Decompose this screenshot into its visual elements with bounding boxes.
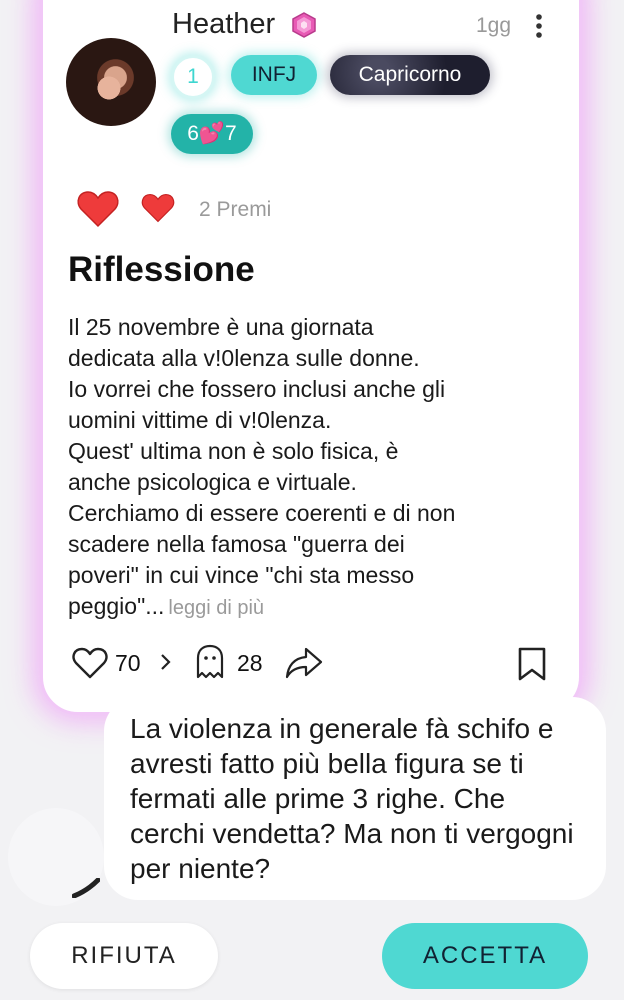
comment-bubble: La violenza in generale fà schifo e avre… [104,697,606,900]
award-heart-icon [77,191,119,228]
comment-count: 28 [237,650,263,676]
chevron-right-icon[interactable] [159,653,171,671]
body-line: poveri" in cui vince "chi sta messo [68,562,415,588]
mbti-badge: INFJ [231,55,317,95]
author-name[interactable]: Heather [172,8,275,41]
accept-button[interactable]: ACCETTA [382,923,588,989]
body-line: scadere nella famosa "guerra dei [68,531,405,557]
reject-button[interactable]: RIFIUTA [30,923,218,989]
count-badge: 6💕7 [171,114,253,154]
post-title: Riflessione [68,250,255,289]
more-options-icon[interactable] [532,12,546,40]
body-line: Cerchiamo di essere coerenti e di non [68,500,456,526]
ghost-comment-icon[interactable] [195,644,225,680]
read-more-link[interactable]: leggi di più [168,597,264,619]
post-time: 1gg [476,14,512,37]
body-line: anche psicologica e virtuale. [68,469,357,495]
body-line: Io vorrei che fossero inclusi anche gli [68,376,446,402]
share-icon[interactable] [284,645,324,681]
level-badge: 1 [171,55,215,99]
gem-icon [292,12,316,38]
avatar[interactable] [66,38,156,126]
heart-outline-icon[interactable] [72,647,108,680]
bubble-tail [72,878,100,898]
body-line: dedicata alla v!0lenza sulle donne. [68,345,420,371]
body-line: Il 25 novembre è una giornata [68,314,374,340]
zodiac-badge: Capricorno [330,55,490,95]
bookmark-icon[interactable] [516,646,548,682]
body-line: uomini vittime di v!0lenza. [68,407,332,433]
body-line: peggio"... [68,593,165,619]
post-body: Il 25 novembre è una giornata dedicata a… [68,312,558,624]
body-line-last: peggio"... leggi di più [68,591,558,624]
award-heart-icon [141,193,175,223]
awards-count[interactable]: 2 Premi [199,198,271,222]
body-line: Quest' ultima non è solo fisica, è [68,438,399,464]
like-count: 70 [115,650,141,676]
